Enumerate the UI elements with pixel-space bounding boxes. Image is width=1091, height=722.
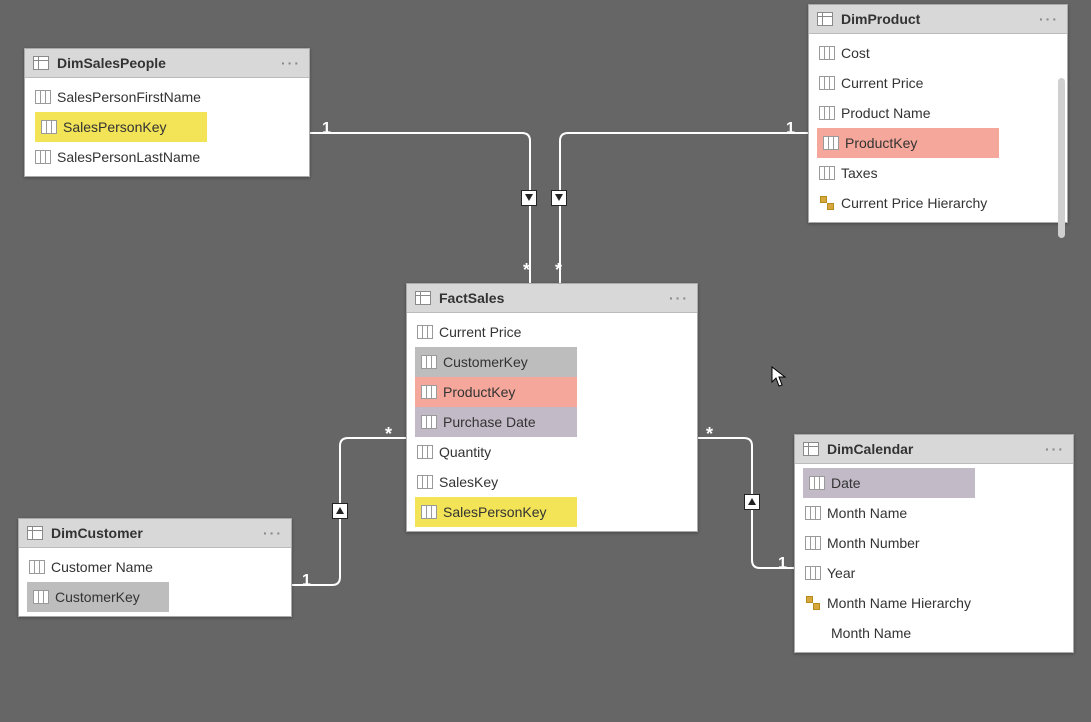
- scrollbar[interactable]: [1058, 78, 1065, 238]
- field-customername[interactable]: Customer Name: [19, 552, 291, 582]
- column-icon: [421, 354, 437, 370]
- field-monthname[interactable]: Month Name: [795, 498, 1073, 528]
- column-icon: [421, 384, 437, 400]
- column-icon: [805, 505, 821, 521]
- column-icon: [805, 535, 821, 551]
- table-header[interactable]: DimCustomer ···: [19, 519, 291, 548]
- table-menu-button[interactable]: ···: [669, 290, 689, 306]
- column-icon: [35, 149, 51, 165]
- table-title: FactSales: [439, 290, 661, 306]
- hierarchy-icon: [805, 595, 821, 611]
- column-icon: [421, 414, 437, 430]
- table-icon: [817, 11, 833, 27]
- cursor-icon: [771, 366, 787, 388]
- field-quantity[interactable]: Quantity: [407, 437, 697, 467]
- field-productkey[interactable]: ProductKey: [817, 128, 999, 158]
- field-monthnumber[interactable]: Month Number: [795, 528, 1073, 558]
- field-year[interactable]: Year: [795, 558, 1073, 588]
- cardinality-one: 1: [322, 120, 331, 138]
- hierarchy-icon: [819, 195, 835, 211]
- table-menu-button[interactable]: ···: [281, 55, 301, 71]
- column-icon: [819, 165, 835, 181]
- column-icon: [33, 589, 49, 605]
- cardinality-many: *: [523, 260, 530, 281]
- field-salespersonfirstname[interactable]: SalesPersonFirstName: [25, 82, 309, 112]
- cardinality-many: *: [706, 424, 713, 445]
- filter-arrow-icon: [744, 494, 760, 510]
- table-dimcalendar[interactable]: DimCalendar ··· Date Month Name Month Nu…: [794, 434, 1074, 653]
- filter-arrow-icon: [332, 503, 348, 519]
- column-icon: [421, 504, 437, 520]
- field-salespersonkey[interactable]: SalesPersonKey: [35, 112, 207, 142]
- table-icon: [27, 525, 43, 541]
- column-icon: [819, 45, 835, 61]
- table-menu-button[interactable]: ···: [1039, 11, 1059, 27]
- table-title: DimCustomer: [51, 525, 255, 541]
- table-dimproduct[interactable]: DimProduct ··· Cost Current Price Produc…: [808, 4, 1068, 223]
- column-icon: [417, 474, 433, 490]
- field-currentprice[interactable]: Current Price: [407, 317, 697, 347]
- column-icon: [819, 75, 835, 91]
- model-canvas[interactable]: { "tables": { "dimSalesPeople": { "title…: [0, 0, 1091, 722]
- table-menu-button[interactable]: ···: [1045, 441, 1065, 457]
- table-header[interactable]: FactSales ···: [407, 284, 697, 313]
- cardinality-many: *: [555, 260, 562, 281]
- field-purchasedate[interactable]: Purchase Date: [415, 407, 577, 437]
- field-customerkey[interactable]: CustomerKey: [27, 582, 169, 612]
- table-factsales[interactable]: FactSales ··· Current Price CustomerKey …: [406, 283, 698, 532]
- column-icon: [809, 475, 825, 491]
- hierarchy-level-monthname[interactable]: Month Name: [795, 618, 1073, 648]
- cardinality-many: *: [385, 424, 392, 445]
- hierarchy-currentprice[interactable]: Current Price Hierarchy: [809, 188, 1067, 218]
- field-saleskey[interactable]: SalesKey: [407, 467, 697, 497]
- field-productkey[interactable]: ProductKey: [415, 377, 577, 407]
- column-icon: [35, 89, 51, 105]
- table-icon: [415, 290, 431, 306]
- field-date[interactable]: Date: [803, 468, 975, 498]
- cardinality-one: 1: [302, 572, 311, 590]
- table-title: DimSalesPeople: [57, 55, 273, 71]
- filter-arrow-icon: [521, 190, 537, 206]
- field-productname[interactable]: Product Name: [809, 98, 1067, 128]
- table-header[interactable]: DimProduct ···: [809, 5, 1067, 34]
- table-header[interactable]: DimSalesPeople ···: [25, 49, 309, 78]
- field-taxes[interactable]: Taxes: [809, 158, 1067, 188]
- column-icon: [41, 119, 57, 135]
- table-dimcustomer[interactable]: DimCustomer ··· Customer Name CustomerKe…: [18, 518, 292, 617]
- table-menu-button[interactable]: ···: [263, 525, 283, 541]
- column-icon: [823, 135, 839, 151]
- cardinality-one: 1: [786, 120, 795, 138]
- cardinality-one: 1: [778, 555, 787, 573]
- column-icon: [417, 324, 433, 340]
- hierarchy-monthname[interactable]: Month Name Hierarchy: [795, 588, 1073, 618]
- field-customerkey[interactable]: CustomerKey: [415, 347, 577, 377]
- field-currentprice[interactable]: Current Price: [809, 68, 1067, 98]
- column-icon: [805, 565, 821, 581]
- table-dimsalespeople[interactable]: DimSalesPeople ··· SalesPersonFirstName …: [24, 48, 310, 177]
- table-icon: [33, 55, 49, 71]
- table-header[interactable]: DimCalendar ···: [795, 435, 1073, 464]
- column-icon: [417, 444, 433, 460]
- filter-arrow-icon: [551, 190, 567, 206]
- column-icon: [819, 105, 835, 121]
- field-salespersonlastname[interactable]: SalesPersonLastName: [25, 142, 309, 172]
- column-icon: [29, 559, 45, 575]
- field-cost[interactable]: Cost: [809, 38, 1067, 68]
- table-icon: [803, 441, 819, 457]
- field-salespersonkey[interactable]: SalesPersonKey: [415, 497, 577, 527]
- table-title: DimProduct: [841, 11, 1031, 27]
- table-title: DimCalendar: [827, 441, 1037, 457]
